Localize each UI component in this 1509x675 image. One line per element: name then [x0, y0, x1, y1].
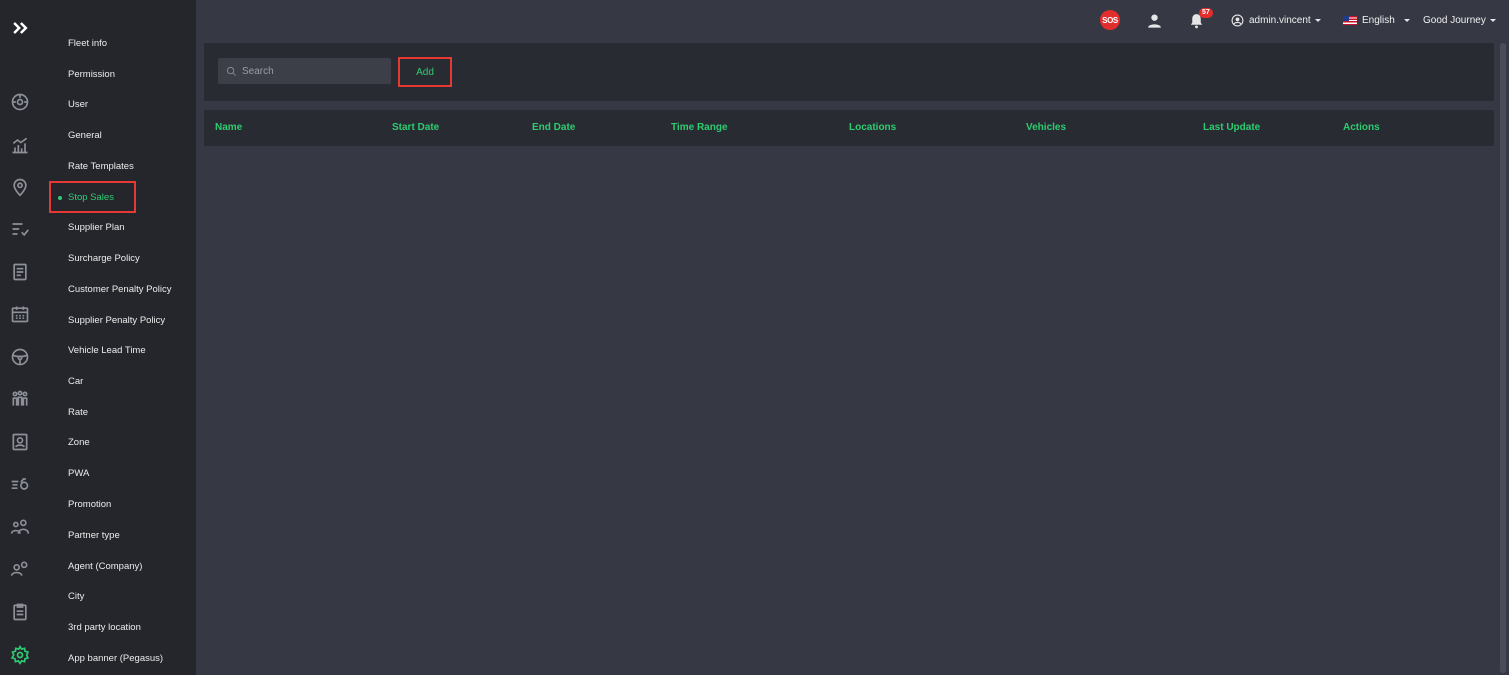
submenu-item-fleet-info[interactable]: Fleet info	[68, 37, 107, 51]
top-bar: SOS 57 admin.vincent English Good Journe…	[196, 0, 1509, 40]
notifications-button[interactable]: 57	[1188, 8, 1213, 30]
column-header-time-range[interactable]: Time Range	[671, 110, 728, 146]
submenu-item-supplier-plan[interactable]: Supplier Plan	[68, 221, 125, 235]
submenu-item-customer-penalty-policy[interactable]: Customer Penalty Policy	[68, 283, 171, 297]
document-icon[interactable]	[0, 259, 40, 285]
expand-icon[interactable]	[0, 15, 40, 41]
column-header-last-update[interactable]: Last Update	[1203, 110, 1260, 146]
toolbar-panel: Add	[204, 43, 1494, 101]
user-menu-dropdown[interactable]: admin.vincent	[1231, 10, 1321, 30]
submenu-item-city[interactable]: City	[68, 590, 84, 604]
submenu-item-partner-type[interactable]: Partner type	[68, 529, 120, 543]
user-silhouette-icon	[1148, 13, 1161, 28]
column-header-vehicles[interactable]: Vehicles	[1026, 110, 1066, 146]
search-input[interactable]	[242, 65, 382, 77]
submenu-item-app-banner-pegasus[interactable]: App banner (Pegasus)	[68, 652, 163, 666]
column-header-end-date[interactable]: End Date	[532, 110, 575, 146]
speed-icon[interactable]	[0, 471, 40, 497]
people-group-icon[interactable]	[0, 386, 40, 412]
add-button[interactable]: Add	[398, 57, 452, 87]
active-indicator-dot	[58, 196, 62, 200]
submenu-item-rate[interactable]: Rate	[68, 406, 88, 420]
us-flag-icon	[1343, 15, 1357, 25]
icon-rail	[0, 0, 40, 675]
language-dropdown[interactable]: English	[1343, 10, 1410, 30]
chart-icon[interactable]	[0, 132, 40, 158]
submenu-item-general[interactable]: General	[68, 129, 102, 143]
dashboard-icon[interactable]	[0, 89, 40, 115]
search-box	[218, 58, 391, 84]
submenu-item-vehicle-lead-time[interactable]: Vehicle Lead Time	[68, 344, 146, 358]
caret-down-icon	[1314, 18, 1321, 22]
submenu-item-rate-templates[interactable]: Rate Templates	[68, 160, 134, 174]
language-label: English	[1362, 14, 1395, 26]
submenu-item-car[interactable]: Car	[68, 375, 83, 389]
scrollbar-thumb[interactable]	[1500, 43, 1506, 673]
steering-wheel-icon[interactable]	[0, 344, 40, 370]
calendar-icon[interactable]	[0, 301, 40, 327]
contact-card-icon[interactable]	[0, 429, 40, 455]
column-header-name[interactable]: Name	[215, 110, 242, 146]
company-label: Good Journey	[1423, 14, 1486, 26]
column-header-start-date[interactable]: Start Date	[392, 110, 439, 146]
sos-icon: SOS	[1100, 10, 1120, 30]
search-icon	[227, 66, 236, 76]
submenu-item-promotion[interactable]: Promotion	[68, 498, 111, 512]
team-icon[interactable]	[0, 514, 40, 540]
settings-gear-icon[interactable]	[0, 642, 40, 668]
checklist-icon[interactable]	[0, 216, 40, 242]
column-header-actions: Actions	[1343, 122, 1380, 133]
notification-count-badge: 57	[1199, 8, 1213, 18]
submenu-item-supplier-penalty-policy[interactable]: Supplier Penalty Policy	[68, 314, 165, 328]
clipboard-icon[interactable]	[0, 599, 40, 625]
caret-down-icon	[1403, 18, 1410, 22]
submenu-item-agent-company[interactable]: Agent (Company)	[68, 560, 142, 574]
column-header-locations[interactable]: Locations	[849, 110, 896, 146]
submenu-item-zone[interactable]: Zone	[68, 436, 90, 450]
submenu-item-surcharge-policy[interactable]: Surcharge Policy	[68, 252, 140, 266]
settings-submenu: Fleet info Permission User General Rate …	[40, 0, 196, 675]
username-label: admin.vincent	[1249, 14, 1311, 26]
submenu-item-stop-sales[interactable]: Stop Sales	[68, 191, 114, 205]
submenu-item-permission[interactable]: Permission	[68, 68, 115, 82]
user-circle-icon	[1231, 14, 1244, 26]
caret-down-icon	[1489, 18, 1496, 22]
submenu-item-user[interactable]: User	[68, 98, 88, 112]
driver-profile-button[interactable]	[1146, 10, 1163, 30]
location-pin-icon[interactable]	[0, 174, 40, 200]
stop-sales-table-header: Name Start Date End Date Time Range Loca…	[204, 110, 1494, 146]
user-manage-icon[interactable]	[0, 556, 40, 582]
submenu-item-pwa[interactable]: PWA	[68, 467, 89, 481]
sos-button[interactable]: SOS	[1100, 10, 1120, 30]
company-dropdown[interactable]: Good Journey	[1423, 10, 1496, 30]
submenu-item-3rd-party-location[interactable]: 3rd party location	[68, 621, 141, 635]
page-scrollbar[interactable]	[1499, 43, 1507, 675]
